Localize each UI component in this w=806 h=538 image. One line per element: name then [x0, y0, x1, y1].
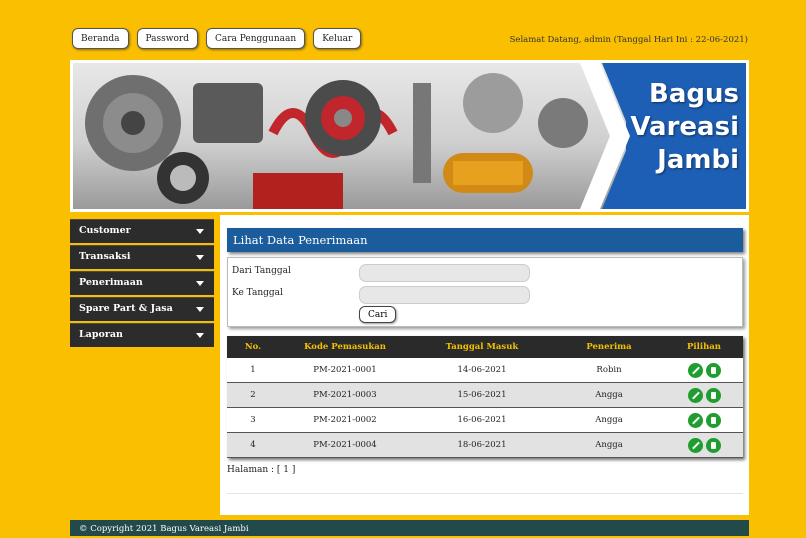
col-header-kode: Kode Pemasukan [279, 336, 411, 358]
cell-kode: PM-2021-0003 [279, 382, 411, 408]
cell-tanggal: 18-06-2021 [411, 432, 553, 458]
brand-line-3: Jambi [657, 145, 739, 175]
nav-keluar-button[interactable]: Keluar [313, 28, 362, 49]
sidebar-item-laporan[interactable]: Laporan [70, 323, 214, 347]
cell-penerima: Angga [553, 382, 665, 408]
welcome-text: Selamat Datang, admin (Tanggal Hari Ini … [509, 35, 748, 45]
from-date-input[interactable] [359, 264, 530, 282]
cell-actions [665, 358, 743, 383]
edit-icon[interactable] [687, 437, 703, 453]
header-banner: Bagus Vareasi Jambi [70, 60, 749, 212]
col-header-penerima: Penerima [553, 336, 665, 358]
delete-icon[interactable] [705, 362, 721, 378]
cell-no: 4 [227, 432, 279, 458]
delete-icon[interactable] [705, 437, 721, 453]
sidebar-item-customer[interactable]: Customer [70, 219, 214, 243]
brand-title: Bagus Vareasi Jambi [630, 78, 739, 177]
table-row: 3 PM-2021-0002 16-06-2021 Angga [227, 407, 743, 433]
col-header-pilihan: Pilihan [665, 336, 743, 358]
brand-line-1: Bagus [649, 79, 739, 109]
col-header-tanggal: Tanggal Masuk [411, 336, 553, 358]
sidebar-item-label: Laporan [79, 329, 123, 340]
cell-no: 1 [227, 358, 279, 383]
cell-penerima: Angga [553, 407, 665, 433]
sidebar-item-label: Penerimaan [79, 277, 143, 288]
nav-cara-penggunaan-button[interactable]: Cara Penggunaan [205, 28, 306, 49]
receipts-table: No. Kode Pemasukan Tanggal Masuk Penerim… [227, 336, 743, 458]
sidebar-item-transaksi[interactable]: Transaksi [70, 245, 214, 269]
sidebar-menu: Customer Transaksi Penerimaan Spare Part… [70, 219, 214, 349]
cell-tanggal: 14-06-2021 [411, 358, 553, 383]
footer: © Copyright 2021 Bagus Vareasi Jambi [70, 520, 749, 536]
edit-icon[interactable] [687, 412, 703, 428]
table-row: 2 PM-2021-0003 15-06-2021 Angga [227, 382, 743, 408]
to-date-label: Ke Tanggal [232, 288, 283, 298]
page-title: Lihat Data Penerimaan [227, 228, 743, 252]
sidebar-item-spare-part-jasa[interactable]: Spare Part & Jasa [70, 297, 214, 321]
pagination[interactable]: Halaman : [ 1 ] [227, 465, 295, 475]
cell-penerima: Angga [553, 432, 665, 458]
cell-kode: PM-2021-0004 [279, 432, 411, 458]
date-filter-form: Dari Tanggal Ke Tanggal Cari [227, 257, 743, 327]
from-date-label: Dari Tanggal [232, 266, 291, 276]
delete-icon[interactable] [705, 412, 721, 428]
delete-icon[interactable] [705, 387, 721, 403]
caret-down-icon [196, 229, 204, 234]
cell-kode: PM-2021-0001 [279, 358, 411, 383]
table-header-row: No. Kode Pemasukan Tanggal Masuk Penerim… [227, 336, 743, 358]
cell-tanggal: 16-06-2021 [411, 407, 553, 433]
table-row: 4 PM-2021-0004 18-06-2021 Angga [227, 432, 743, 458]
nav-beranda-button[interactable]: Beranda [72, 28, 129, 49]
search-button[interactable]: Cari [359, 306, 397, 323]
cell-actions [665, 407, 743, 433]
sidebar-item-label: Transaksi [79, 251, 131, 262]
divider [227, 493, 743, 494]
cell-tanggal: 15-06-2021 [411, 382, 553, 408]
caret-down-icon [196, 307, 204, 312]
brand-line-2: Vareasi [630, 112, 739, 142]
cell-kode: PM-2021-0002 [279, 407, 411, 433]
edit-icon[interactable] [687, 362, 703, 378]
cell-actions [665, 382, 743, 408]
table-row: 1 PM-2021-0001 14-06-2021 Robin [227, 358, 743, 383]
nav-password-button[interactable]: Password [136, 28, 198, 49]
top-nav: Beranda Password Cara Penggunaan Keluar [72, 28, 362, 49]
main-panel: Lihat Data Penerimaan Dari Tanggal Ke Ta… [220, 215, 749, 515]
caret-down-icon [196, 281, 204, 286]
caret-down-icon [196, 333, 204, 338]
cell-no: 2 [227, 382, 279, 408]
cell-no: 3 [227, 407, 279, 433]
banner-chevron [580, 63, 630, 209]
cell-penerima: Robin [553, 358, 665, 383]
to-date-input[interactable] [359, 286, 530, 304]
sidebar-item-label: Spare Part & Jasa [79, 303, 173, 314]
cell-actions [665, 432, 743, 458]
caret-down-icon [196, 255, 204, 260]
sidebar-item-label: Customer [79, 225, 131, 236]
col-header-no: No. [227, 336, 279, 358]
edit-icon[interactable] [687, 387, 703, 403]
sidebar-item-penerimaan[interactable]: Penerimaan [70, 271, 214, 295]
